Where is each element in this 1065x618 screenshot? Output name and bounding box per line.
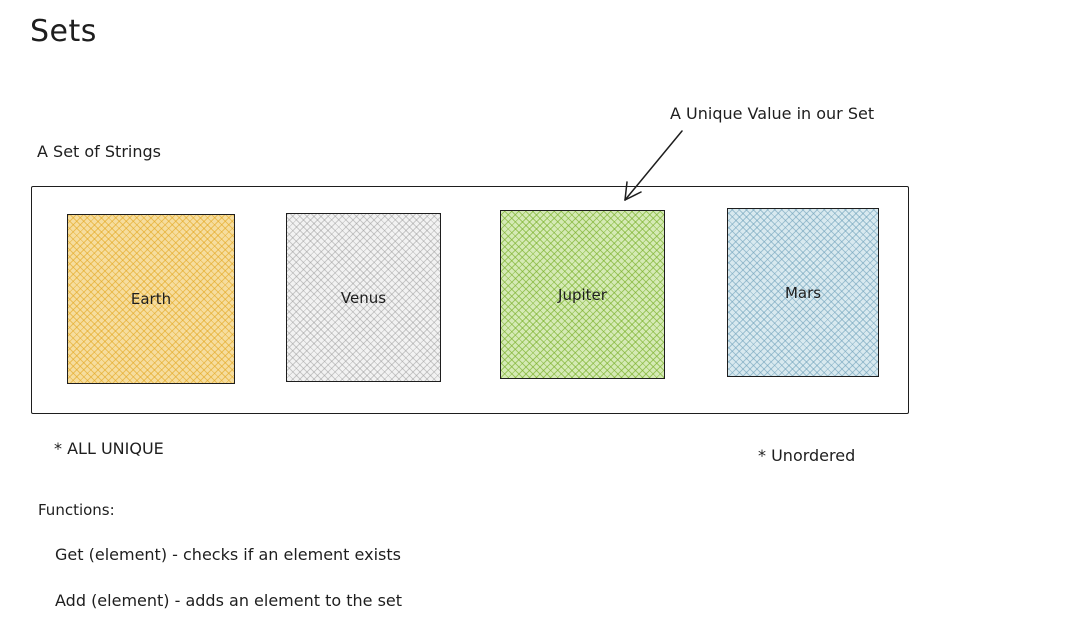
function-add: Add (element) - adds an element to the s… [55,591,403,610]
set-element-earth: Earth [67,214,235,384]
note-unordered: * Unordered [758,446,856,465]
set-element-label: Jupiter [558,285,607,304]
note-all-unique: * ALL UNIQUE [54,439,164,458]
set-element-jupiter: Jupiter [500,210,665,379]
set-element-label: Earth [130,290,172,308]
functions-heading: Functions: [38,501,115,519]
set-element-mars: Mars [727,208,879,377]
set-element-venus: Venus [286,213,441,382]
set-element-label: Venus [340,288,387,307]
function-get: Get (element) - checks if an element exi… [55,545,401,564]
set-element-label: Mars [784,283,822,302]
